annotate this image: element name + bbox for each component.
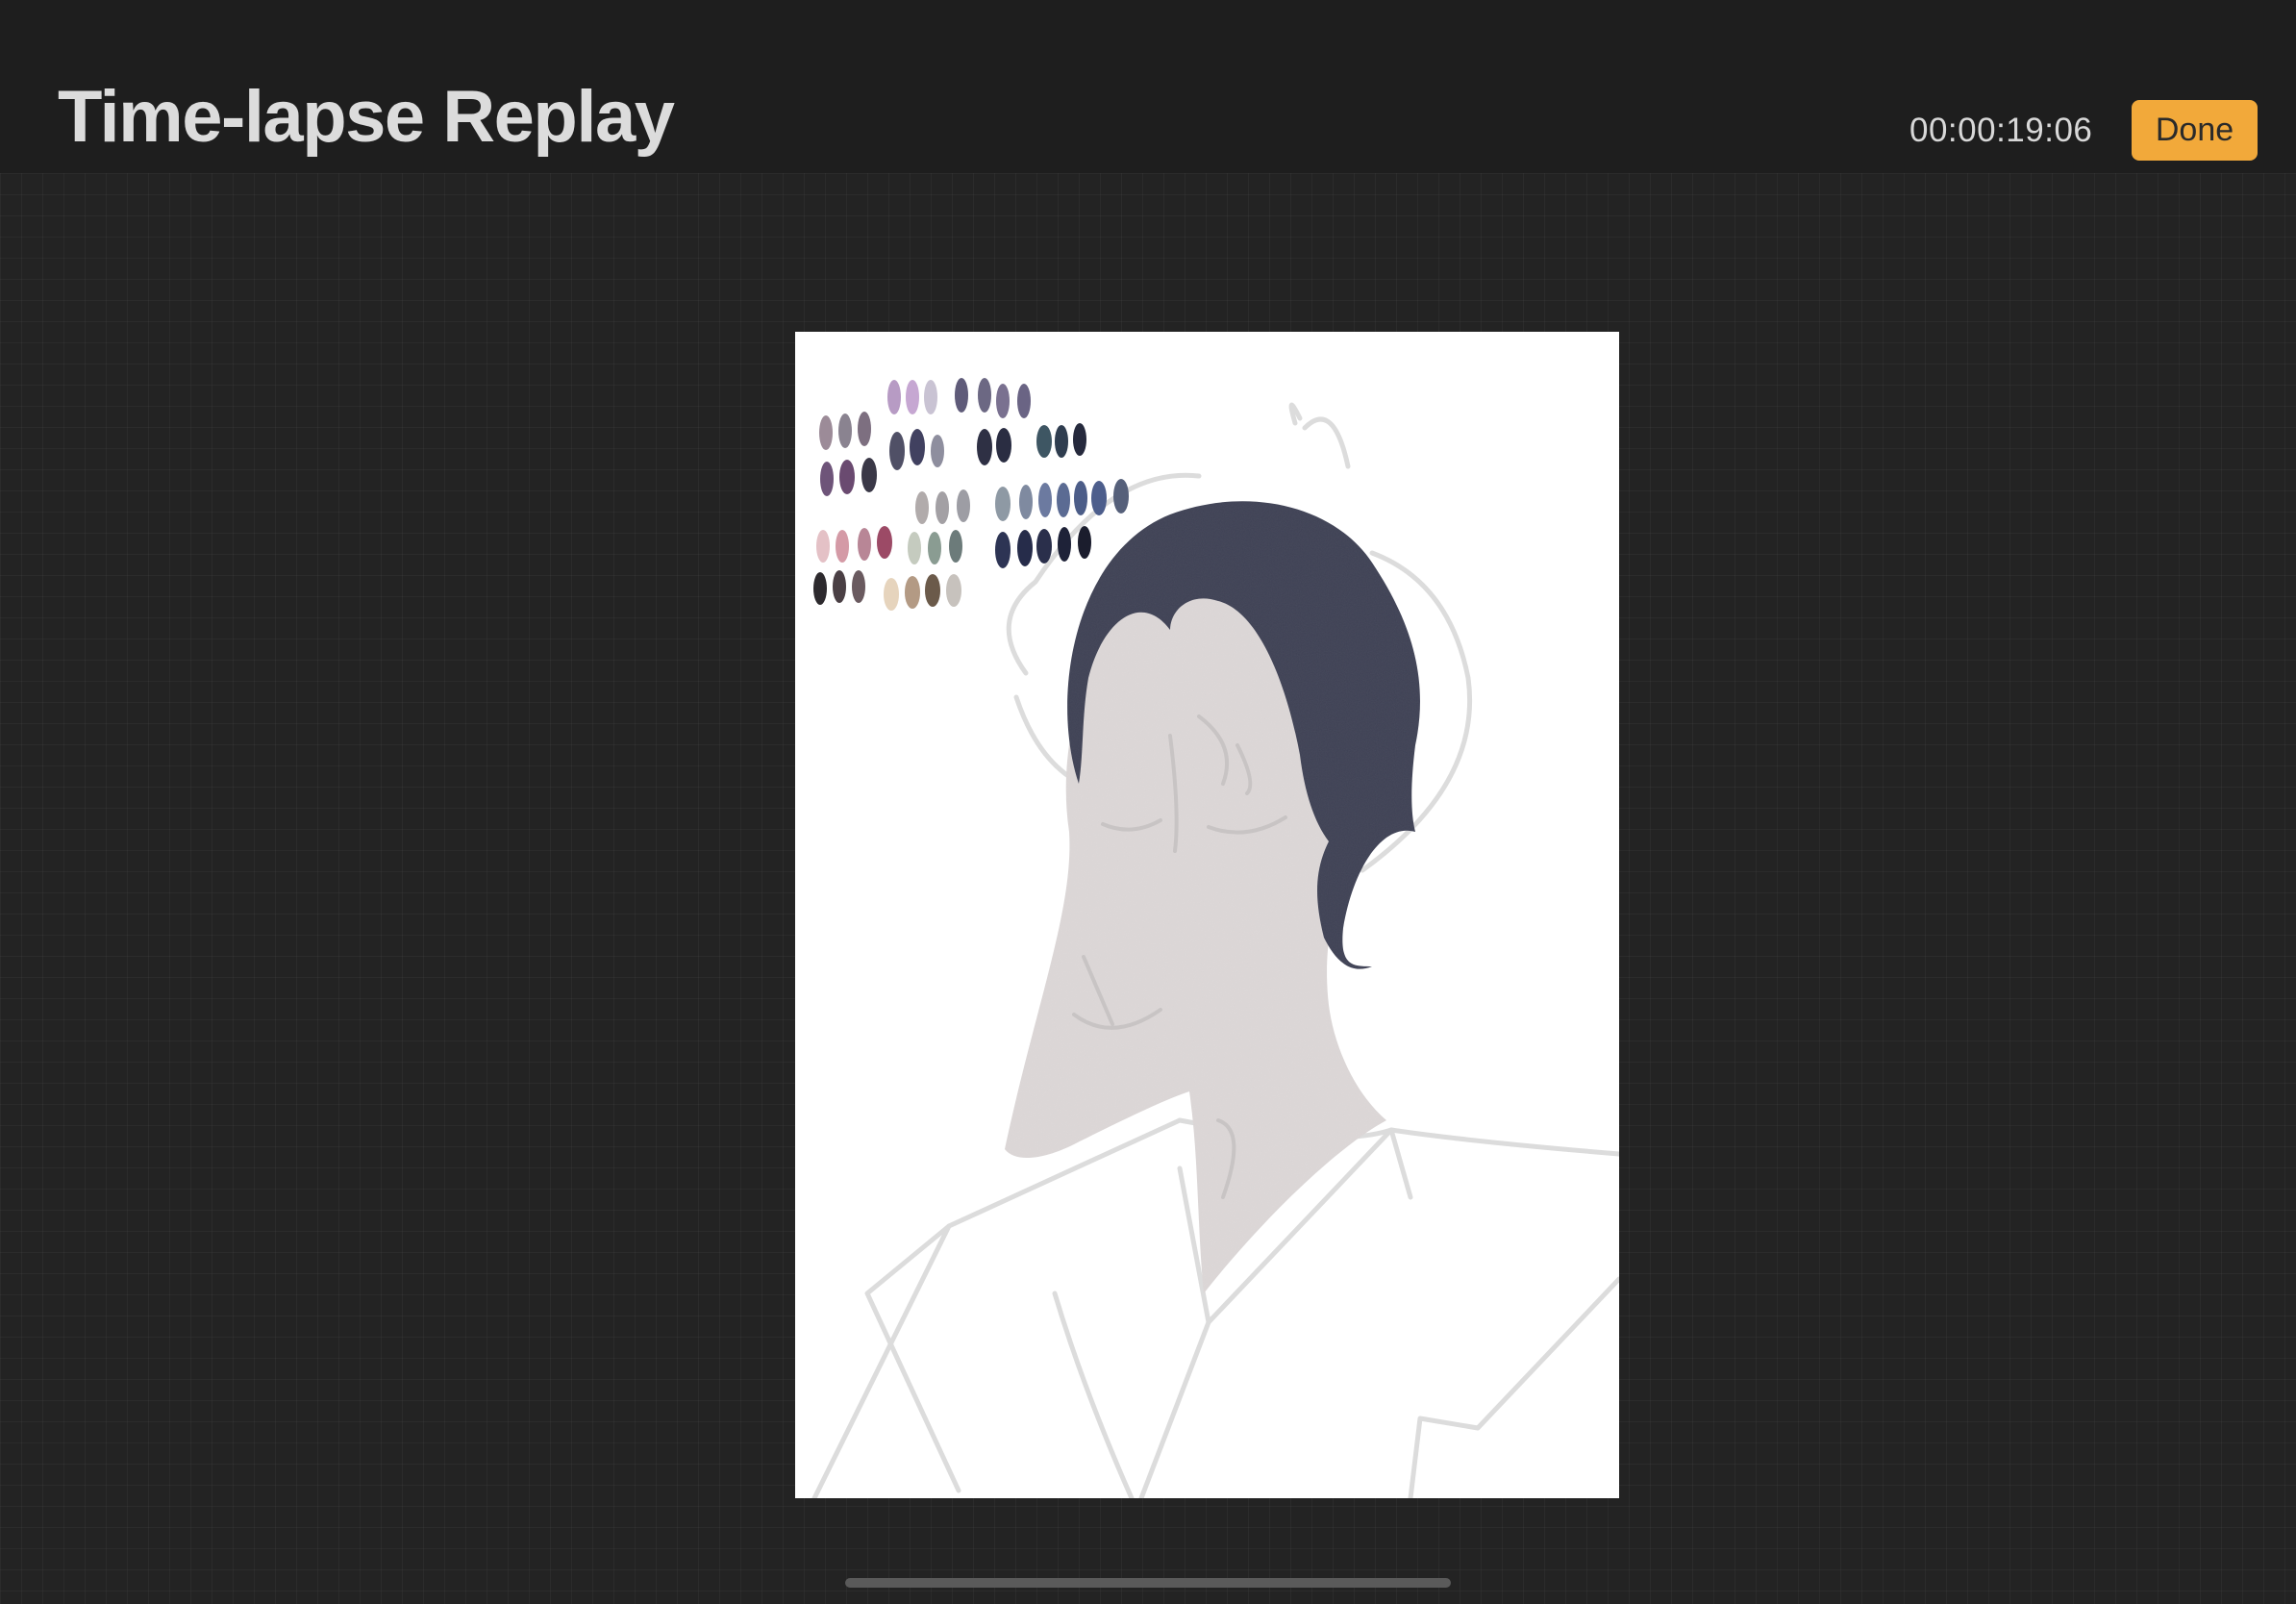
color-swatch-palette [813, 378, 1129, 611]
page-title: Time-lapse Replay [58, 76, 675, 158]
playback-timecode: 00:00:19:06 [1909, 112, 2093, 149]
done-button[interactable]: Done [2132, 100, 2258, 161]
timelapse-replay-screen: Time-lapse Replay 00:00:19:06 Done [0, 0, 2296, 1604]
top-bar: Time-lapse Replay 00:00:19:06 Done [0, 0, 2296, 173]
artwork-canvas[interactable] [795, 332, 1619, 1498]
home-indicator-bar[interactable] [845, 1578, 1451, 1588]
artwork-drawing [811, 378, 1619, 1498]
